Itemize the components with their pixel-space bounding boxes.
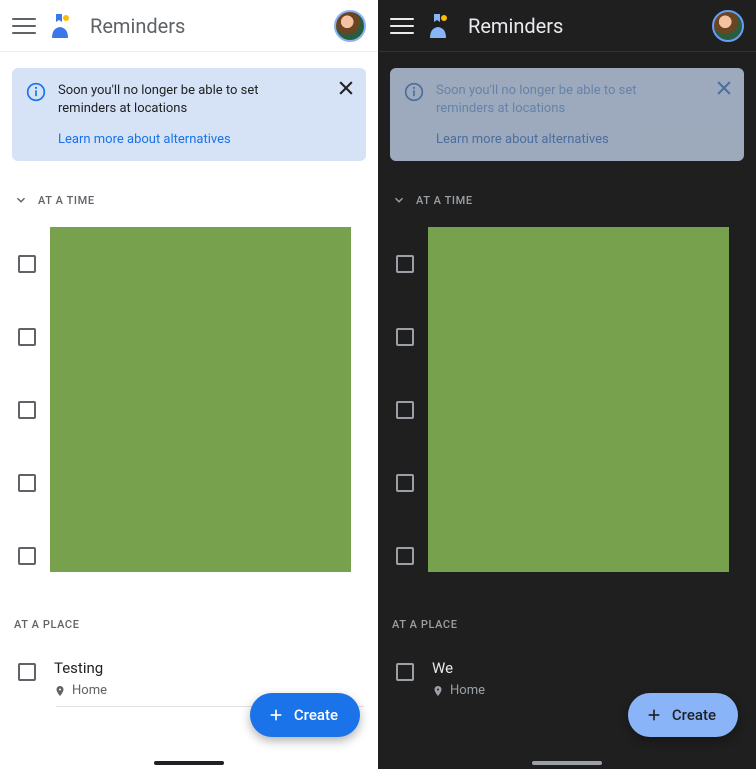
checkbox[interactable] — [18, 328, 36, 346]
reminder-row[interactable] — [0, 519, 378, 592]
nav-handle[interactable] — [532, 761, 602, 765]
reminder-row[interactable] — [378, 446, 756, 519]
dark-pane: Reminders Soon you'll no longer be able … — [378, 0, 756, 769]
place-item-title: We — [432, 659, 742, 677]
time-section-header[interactable]: AT A TIME — [378, 173, 756, 215]
chevron-down-icon — [14, 193, 28, 207]
reminder-row[interactable] — [0, 446, 378, 519]
time-section-label: AT A TIME — [38, 194, 95, 207]
nav-handle[interactable] — [154, 761, 224, 765]
checkbox[interactable] — [396, 663, 414, 681]
info-banner: Soon you'll no longer be able to set rem… — [390, 68, 744, 161]
place-item-title: Testing — [54, 659, 364, 677]
checkbox[interactable] — [18, 401, 36, 419]
banner-link[interactable]: Learn more about alternatives — [58, 132, 231, 147]
checkbox[interactable] — [396, 474, 414, 492]
close-icon[interactable] — [714, 78, 734, 98]
page-title: Reminders — [468, 14, 700, 38]
menu-icon[interactable] — [12, 14, 36, 38]
reminder-row[interactable] — [0, 300, 378, 373]
light-pane: Reminders Soon you'll no longer be able … — [0, 0, 378, 769]
create-button-label: Create — [672, 706, 716, 724]
reminder-row[interactable] — [378, 519, 756, 592]
info-banner: Soon you'll no longer be able to set rem… — [12, 68, 366, 161]
info-icon — [26, 82, 46, 102]
create-button-label: Create — [294, 706, 338, 724]
checkbox[interactable] — [396, 255, 414, 273]
close-icon[interactable] — [336, 78, 356, 98]
reminder-row[interactable] — [378, 300, 756, 373]
reminder-row[interactable] — [378, 227, 756, 300]
place-reminder-item[interactable]: We Home — [378, 645, 756, 698]
place-section-label: AT A PLACE — [378, 618, 756, 645]
checkbox[interactable] — [18, 547, 36, 565]
place-reminder-item[interactable]: Testing Home — [0, 645, 378, 698]
checkbox[interactable] — [18, 255, 36, 273]
plus-icon — [268, 707, 284, 723]
chevron-down-icon — [392, 193, 406, 207]
reminders-app-icon — [48, 12, 72, 40]
time-section-header[interactable]: AT A TIME — [0, 173, 378, 215]
checkbox[interactable] — [18, 663, 36, 681]
checkbox[interactable] — [396, 547, 414, 565]
reminders-app-icon — [426, 12, 450, 40]
app-header: Reminders — [378, 0, 756, 52]
create-button[interactable]: Create — [628, 693, 738, 737]
checkbox[interactable] — [396, 328, 414, 346]
time-section-label: AT A TIME — [416, 194, 473, 207]
checkbox[interactable] — [396, 401, 414, 419]
reminder-row[interactable] — [378, 373, 756, 446]
app-header: Reminders — [0, 0, 378, 52]
banner-message: Soon you'll no longer be able to set rem… — [58, 82, 268, 118]
plus-icon — [646, 707, 662, 723]
profile-avatar[interactable] — [334, 10, 366, 42]
time-reminders-list — [0, 227, 378, 592]
time-reminders-list — [378, 227, 756, 592]
banner-link[interactable]: Learn more about alternatives — [436, 132, 609, 147]
reminder-row[interactable] — [0, 373, 378, 446]
info-icon — [404, 82, 424, 102]
banner-message: Soon you'll no longer be able to set rem… — [436, 82, 646, 118]
profile-avatar[interactable] — [712, 10, 744, 42]
page-title: Reminders — [90, 14, 322, 38]
place-section-label: AT A PLACE — [0, 618, 378, 645]
location-pin-icon — [54, 684, 66, 698]
menu-icon[interactable] — [390, 14, 414, 38]
create-button[interactable]: Create — [250, 693, 360, 737]
checkbox[interactable] — [18, 474, 36, 492]
location-pin-icon — [432, 684, 444, 698]
reminder-row[interactable] — [0, 227, 378, 300]
place-section: AT A PLACE We Home — [378, 618, 756, 698]
